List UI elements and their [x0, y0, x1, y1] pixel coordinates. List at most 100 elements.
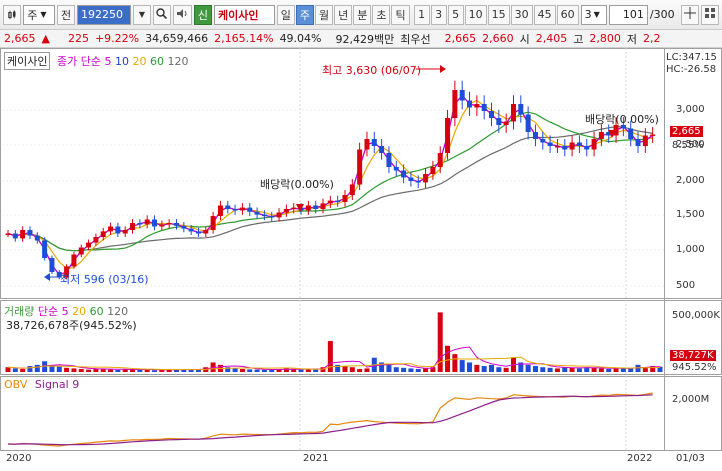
volume-bar — [115, 369, 121, 372]
volume-bar — [415, 369, 421, 372]
period-tab[interactable]: 주 — [295, 4, 314, 25]
candle-body — [650, 134, 656, 136]
candle-body — [269, 216, 275, 218]
candle-body — [540, 139, 546, 143]
candle-body — [342, 195, 348, 202]
candle-body — [20, 230, 26, 239]
crosshair-button[interactable] — [680, 4, 699, 25]
candle-body — [459, 90, 465, 101]
open-label: 시 — [519, 32, 530, 46]
candle-body — [598, 132, 604, 139]
period-tab[interactable]: 분 — [353, 4, 372, 25]
dividend-annotation: 배당락(0.00%) — [260, 178, 334, 191]
volume-bar — [152, 370, 158, 372]
quote-bar: 2,665 ▲ 225 +9.22% 34,659,466 2,165.14% … — [0, 30, 722, 48]
candle-body — [320, 203, 326, 209]
period-tab[interactable]: 초 — [372, 4, 391, 25]
volume-bar — [532, 366, 538, 372]
interval-select[interactable]: 3 ▼ — [580, 4, 608, 25]
interval-button[interactable]: 45 — [533, 4, 556, 25]
interval-button[interactable]: 5 — [447, 4, 464, 25]
candle-body — [188, 228, 194, 232]
volume-bar — [342, 366, 348, 372]
new-badge: 신 — [193, 4, 212, 25]
chevron-down-icon: ▼ — [138, 10, 146, 19]
period-tab[interactable]: 틱 — [391, 4, 410, 25]
price-tick: 500 — [676, 280, 696, 291]
period-tab[interactable]: 월 — [314, 4, 334, 25]
volume-bar — [598, 368, 604, 372]
signal-legend-label: Signal 9 — [34, 378, 80, 391]
candle-body — [408, 177, 414, 181]
interval-button[interactable]: 60 — [556, 4, 579, 25]
volume-bar — [576, 368, 582, 372]
volume-bar — [349, 367, 355, 372]
high-label: 고 — [573, 32, 584, 46]
volume-bar — [232, 368, 238, 372]
interval-button[interactable]: 3 — [430, 4, 447, 25]
candle-body — [93, 237, 99, 243]
candle-body — [386, 153, 392, 167]
period-tab[interactable]: 년 — [334, 4, 353, 25]
volume-bar — [474, 364, 480, 372]
candle-body — [247, 207, 253, 212]
interval-button[interactable]: 15 — [487, 4, 510, 25]
volume-bar — [357, 369, 363, 372]
price-tick: 2,000 — [676, 175, 705, 186]
candle-body — [335, 200, 341, 203]
volume-bar — [20, 369, 26, 372]
interval-button[interactable]: 30 — [510, 4, 533, 25]
volume-bar — [78, 369, 84, 372]
candle-body — [518, 104, 524, 115]
chart-area[interactable]: 케이사인 종가 단순 5 10 20 60 120 LC:347.15 HC:-… — [0, 48, 722, 468]
candle-body — [261, 214, 267, 217]
code-dropdown-button[interactable]: ▼ — [132, 4, 151, 25]
candle-body — [100, 231, 106, 237]
candle-body — [115, 226, 121, 234]
candlestick-icon[interactable] — [3, 4, 22, 25]
price-legend: 케이사인 종가 단순 5 10 20 60 120 — [4, 52, 188, 70]
candle-body — [254, 211, 260, 215]
search-button[interactable] — [152, 4, 171, 25]
volume-pct-tag: 945.52% — [672, 362, 717, 373]
stock-code-value: 192250 — [81, 8, 124, 21]
candle-body — [203, 230, 209, 234]
candle-body — [71, 254, 77, 267]
volume-bar — [452, 354, 458, 372]
volume-value: 34,659,466 — [145, 32, 209, 45]
tools-button[interactable] — [700, 4, 719, 25]
candle-body — [467, 100, 473, 108]
volume-bar — [459, 360, 465, 372]
high-annotation: 최고 3,630 (06/07) — [322, 64, 422, 77]
period-tab[interactable]: 일 — [276, 4, 295, 25]
candle-body — [86, 242, 92, 248]
volume-bar — [401, 367, 407, 372]
candle-body — [430, 167, 436, 174]
sound-button[interactable] — [172, 4, 192, 25]
volume-bar — [591, 367, 597, 372]
interval-button[interactable]: 1 — [413, 4, 430, 25]
chevron-down-icon: ▼ — [593, 10, 600, 19]
candle-body — [437, 153, 443, 167]
prev-button[interactable]: 전 — [57, 4, 76, 25]
candle-body — [34, 235, 40, 241]
candle-body — [547, 142, 553, 146]
candle-body — [452, 90, 458, 118]
crosshair-icon — [683, 7, 696, 22]
count-input[interactable]: 101 — [609, 4, 648, 25]
candle-body — [12, 233, 18, 239]
x-tick-2020: 2020 — [6, 453, 32, 464]
candle-body — [349, 184, 355, 195]
stock-code-input[interactable]: 192250 — [77, 4, 131, 25]
candle-body — [371, 139, 377, 146]
candle-body — [503, 121, 509, 125]
period-select[interactable]: 주 ▼ — [23, 4, 56, 25]
candle-body — [364, 139, 370, 150]
candle-body — [173, 223, 179, 226]
stock-name-label: 케이사인 — [4, 52, 51, 70]
volume-bar — [569, 367, 575, 372]
interval-button[interactable]: 10 — [464, 4, 487, 25]
candle-body — [423, 174, 429, 183]
volume-bar — [56, 366, 62, 372]
candle-body — [78, 247, 84, 255]
